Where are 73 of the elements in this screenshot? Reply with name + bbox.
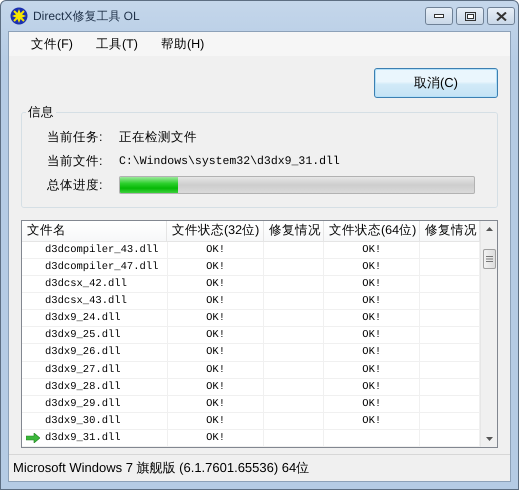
table-row[interactable]: d3dcsx_42.dll OK! OK! [22, 276, 480, 294]
close-icon [496, 12, 506, 20]
field-label: 当前文件: [47, 152, 104, 170]
table-row[interactable]: d3dx9_28.dll OK! OK! [22, 378, 480, 396]
maximize-icon [464, 12, 476, 20]
maximize-button[interactable] [456, 7, 484, 25]
status-text: OK! [206, 414, 226, 427]
file-name: d3dcsx_43.dll [45, 295, 127, 308]
field-label: 当前任务: [47, 128, 104, 146]
status-text: OK! [362, 278, 382, 290]
file-path: C:\Windows\system32\d3dx9_31.dll [119, 154, 340, 168]
status-text: OK! [362, 295, 382, 308]
status-text: OK! [206, 346, 226, 358]
table-row[interactable]: d3dx9_24.dll OK! OK! [22, 310, 480, 328]
file-name: d3dcompiler_43.dll [45, 244, 158, 256]
status-text: OK! [206, 278, 226, 290]
table-row[interactable]: d3dx9_30.dll OK! OK! [22, 412, 480, 430]
file-name: d3dx9_29.dll [45, 398, 121, 410]
close-button[interactable] [487, 7, 515, 25]
status-text: OK! [362, 346, 382, 358]
minimize-button[interactable] [425, 7, 453, 25]
file-name: d3dx9_27.dll [45, 364, 121, 376]
file-name: d3dx9_28.dll [45, 380, 121, 393]
status-text: OK! [362, 414, 382, 427]
status-text: OK! [206, 312, 226, 324]
column-header[interactable]: 文件状态(32位) [167, 221, 264, 241]
cancel-button[interactable]: 取消(C) [374, 68, 498, 98]
table-row[interactable]: d3dx9_31.dll OK! [22, 430, 480, 447]
status-text: OK! [206, 364, 226, 376]
field-label: 总体进度: [47, 176, 104, 194]
status-text: OK! [206, 329, 226, 342]
menu-item[interactable]: 帮助(H) [152, 36, 220, 52]
menu-item[interactable]: 文件(F) [23, 36, 88, 52]
file-name: d3dcompiler_47.dll [45, 261, 158, 274]
file-name: d3dcsx_42.dll [45, 278, 127, 290]
status-text: OK! [206, 380, 226, 393]
status-text: OK! [206, 432, 226, 444]
status-text: OK! [362, 364, 382, 376]
app-icon [10, 7, 28, 25]
file-name: d3dx9_25.dll [45, 329, 121, 342]
task-value: 正在检测文件 [119, 128, 197, 146]
status-text: OK! [206, 244, 226, 256]
column-header[interactable]: 文件名 [22, 221, 167, 241]
table-row[interactable]: d3dcompiler_43.dll OK! OK! [22, 242, 480, 259]
scroll-up-icon[interactable] [486, 227, 492, 231]
status-text: OK! [362, 244, 382, 256]
group-title: 信息 [26, 104, 56, 121]
status-text: OK! [362, 329, 382, 342]
file-name: d3dx9_30.dll [45, 414, 121, 427]
minimize-icon [434, 14, 444, 18]
grip-icon [486, 256, 492, 262]
table-row[interactable]: d3dx9_27.dll OK! OK! [22, 362, 480, 379]
status-text: OK! [362, 380, 382, 393]
scrollbar-thumb[interactable] [482, 249, 496, 269]
file-name: d3dx9_31.dll [45, 432, 121, 444]
status-text: OK! [206, 261, 226, 274]
status-text: OK! [362, 312, 382, 324]
table-row[interactable]: d3dcompiler_47.dll OK! OK! [22, 258, 480, 276]
status-text: OK! [362, 261, 382, 274]
file-name: d3dx9_26.dll [45, 346, 121, 358]
status-text: OK! [362, 398, 382, 410]
file-name: d3dx9_24.dll [45, 312, 121, 324]
window-title: DirectX修复工具 OL [33, 8, 141, 24]
table-row[interactable]: d3dx9_29.dll OK! OK! [22, 396, 480, 413]
table-row[interactable]: d3dx9_25.dll OK! OK! [22, 327, 480, 344]
column-header[interactable]: 修复情况 [264, 221, 324, 241]
table-row[interactable]: d3dcsx_43.dll OK! OK! [22, 293, 480, 310]
status-text: OK! [206, 398, 226, 410]
column-header[interactable]: 文件状态(64位) [324, 221, 420, 241]
scroll-down-icon[interactable] [486, 437, 492, 441]
table-row[interactable]: d3dx9_26.dll OK! OK! [22, 344, 480, 362]
status-text: OK! [206, 295, 226, 308]
menu-item[interactable]: 工具(T) [88, 36, 153, 52]
